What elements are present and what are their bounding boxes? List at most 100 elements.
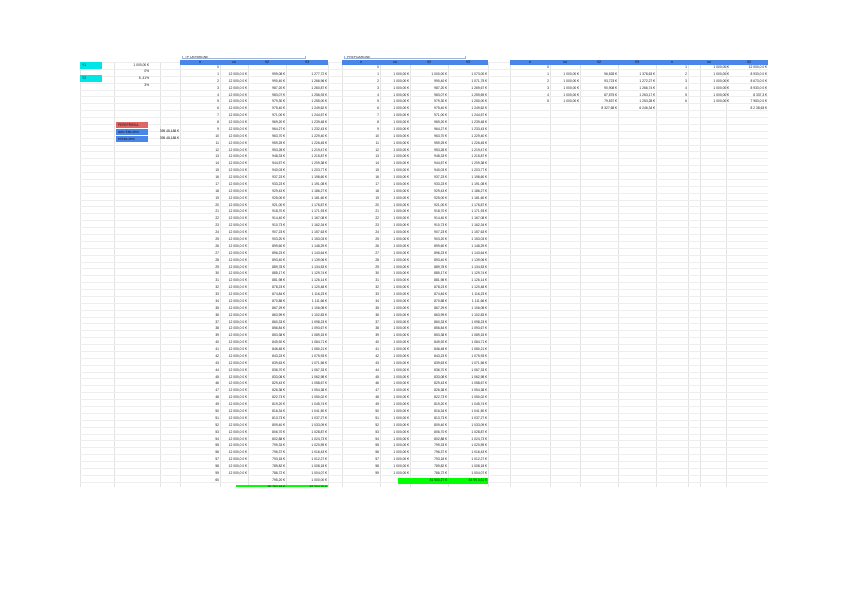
table-cell: 1 000,00 €: [393, 161, 409, 166]
table-cell: 1 080,21 €: [311, 347, 327, 352]
table-cell: 12 000,0 0 €: [228, 298, 247, 303]
table-cell: 1 111,66 €: [311, 298, 327, 303]
table-cell: 1 157,63 €: [311, 230, 327, 235]
table-cell: 987,20 €: [434, 85, 447, 90]
table-cell: 1 153,03 €: [311, 237, 327, 241]
table-cell: 6: [377, 106, 379, 111]
table-cell: 8 673,0 0 €: [750, 78, 768, 83]
table-cell: 944,57 €: [434, 161, 447, 166]
table-cell: 990,40 €: [434, 78, 447, 83]
table-cell: 1 139,06 €: [311, 257, 327, 262]
table-cell: 863,99 €: [272, 312, 285, 317]
table-cell: 8 933,0 0 €: [750, 85, 768, 90]
table-cell: 11: [215, 140, 219, 145]
table-cell: 1 000,00 €: [393, 78, 409, 83]
table-cell: 12 000,0 0 €: [228, 188, 247, 193]
table-cell: 1 000,00 €: [393, 443, 409, 448]
table-cell: 19: [215, 195, 219, 200]
table-cell: 1 000,00 €: [393, 326, 409, 331]
table-cell: 1 232,43 €: [311, 126, 327, 131]
table-cell: 1 171,93 €: [311, 209, 327, 214]
table-cell: 1 071,56 €: [471, 360, 487, 365]
table-cell: 1 226,45 €: [311, 140, 327, 145]
table-cell: 1 106,08 €: [471, 305, 487, 310]
table-cell: 52: [375, 422, 379, 427]
table-cell: 12 000,0 0 €: [228, 271, 247, 276]
table-cell: 963,70 €: [272, 133, 285, 138]
table-cell: 853,38 €: [434, 333, 447, 338]
table-cell: 12 000,0 0 €: [228, 422, 247, 427]
table-cell: 1 233,43 €: [471, 126, 487, 131]
table-cell: 833,08 €: [434, 374, 447, 379]
table-cell: 921,00 €: [434, 202, 447, 207]
table-cell: 58: [215, 464, 219, 469]
table-cell: 3: [685, 78, 687, 83]
table-cell: 1 272,27 €: [639, 78, 655, 83]
table-cell: 12 000,0 0 €: [228, 319, 247, 324]
table-cell: 789,82 €: [272, 464, 285, 469]
table-cell: 1 000,00 €: [393, 409, 409, 413]
table-cell: 1 000,00 €: [393, 278, 409, 283]
table-cell: 12 000,0 0 €: [228, 333, 247, 338]
table-cell: 1 093,67 €: [311, 326, 327, 331]
table-cell: 5: [217, 99, 219, 104]
table-cell: 32: [215, 285, 219, 290]
table-cell: 25: [215, 237, 219, 241]
table-cell: 40: [375, 340, 379, 345]
table-cell: 36: [375, 312, 379, 317]
table-cell: 829,43 €: [272, 381, 285, 386]
table-cell: 1 000,00 €: [713, 85, 729, 90]
table-cell: 1 111,66 €: [471, 298, 487, 303]
table-cell: 8 337,3 €: [753, 92, 767, 97]
table-cell: 1 229,40 €: [471, 133, 487, 138]
table-cell: 921,00 €: [272, 202, 285, 207]
table-cell: 12 000,0 0 €: [228, 381, 247, 386]
table-cell: 1 106,08 €: [311, 305, 327, 310]
table-cell: 1 000,00 €: [393, 271, 409, 276]
table-cell: 786,72 €: [272, 470, 285, 475]
table-cell: 18: [375, 188, 379, 193]
table-cell: 7: [217, 113, 219, 118]
table-cell: 948,33 €: [272, 154, 285, 159]
table-cell: 12 000,0 0 €: [228, 202, 247, 207]
table-cell: [448, 65, 488, 70]
table-cell: [220, 65, 248, 70]
table-cell: 26: [375, 243, 379, 248]
table-cell: 1 000,00 €: [393, 429, 409, 434]
table-cell: 12 000,0 0 €: [228, 99, 247, 104]
table-cell: 914,40 €: [434, 216, 447, 221]
table-cell: 1 134,53 €: [311, 264, 327, 269]
table-cell: 12 000,0 0 €: [228, 71, 247, 76]
table-cell: 45: [375, 374, 379, 379]
table-cell: 12: [215, 147, 219, 152]
table-cell: 899,60 €: [434, 243, 447, 248]
table-cell: 96,528 €: [604, 71, 617, 76]
table-cell: 969,20 €: [272, 120, 285, 125]
table-cell: 1 143,64 €: [471, 250, 487, 255]
table-cell: 0: [217, 65, 219, 69]
table-cell: 21: [375, 209, 379, 214]
table-cell: 1 000,00 €: [393, 298, 409, 303]
table-cell: 971,00 €: [272, 113, 285, 118]
table-cell: 819,20 €: [434, 402, 447, 407]
table-cell: 1 139,06 €: [471, 257, 487, 262]
table-cell: 1 000,00 €: [431, 71, 447, 76]
table-cell: 60: [215, 477, 219, 482]
table-cell: 802,88 €: [272, 436, 285, 441]
table-cell: 1 249,62 €: [311, 106, 327, 111]
table-cell: 1 000,00 €: [393, 305, 409, 310]
table-cell: 1 012,27 €: [311, 457, 327, 462]
table-cell: 959,25 €: [434, 140, 447, 145]
table-cell: 10: [375, 133, 379, 138]
table-cell: 6: [685, 99, 687, 104]
table-cell: 16: [375, 175, 379, 180]
table-cell: 1 000,00 €: [393, 347, 409, 352]
table-cell: 18: [215, 188, 219, 193]
table-cell: 12 000,0 0 €: [228, 181, 247, 186]
table-cell: 846,48 €: [272, 347, 285, 352]
table-cell: 32: [375, 285, 379, 290]
table-cell: 813,73 €: [272, 415, 285, 420]
table-cell: 1 037,27 €: [311, 415, 327, 420]
table-cell: 59: [375, 470, 379, 475]
table-cell: 33: [215, 292, 219, 297]
